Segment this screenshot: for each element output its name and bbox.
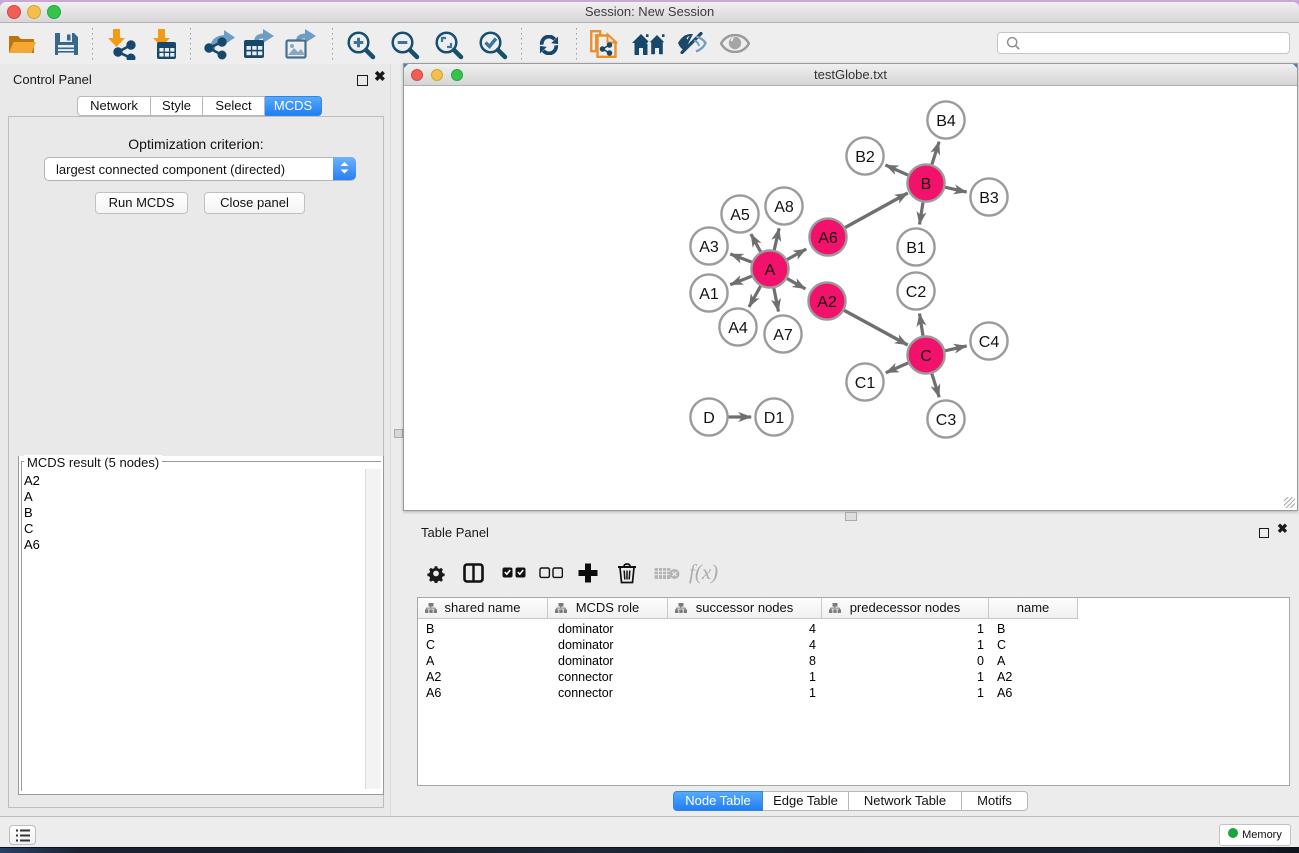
svg-text:A3: A3 [699,239,719,256]
svg-text:B1: B1 [906,240,926,257]
svg-text:C: C [920,348,932,365]
svg-text:C4: C4 [979,334,1000,351]
svg-text:A: A [765,262,776,279]
svg-text:C3: C3 [936,412,957,429]
svg-text:C2: C2 [906,284,927,301]
svg-text:B: B [921,176,932,193]
svg-text:B4: B4 [936,113,956,130]
svg-text:A4: A4 [728,320,748,337]
svg-text:B2: B2 [855,149,875,166]
svg-text:A8: A8 [774,199,794,216]
svg-text:A7: A7 [773,327,793,344]
svg-text:C1: C1 [855,375,876,392]
svg-text:A5: A5 [730,207,750,224]
svg-text:A6: A6 [818,230,838,247]
svg-text:A1: A1 [699,286,719,303]
svg-text:D: D [703,410,715,427]
svg-text:D1: D1 [764,410,785,427]
svg-text:A2: A2 [817,294,837,311]
svg-text:B3: B3 [979,190,999,207]
